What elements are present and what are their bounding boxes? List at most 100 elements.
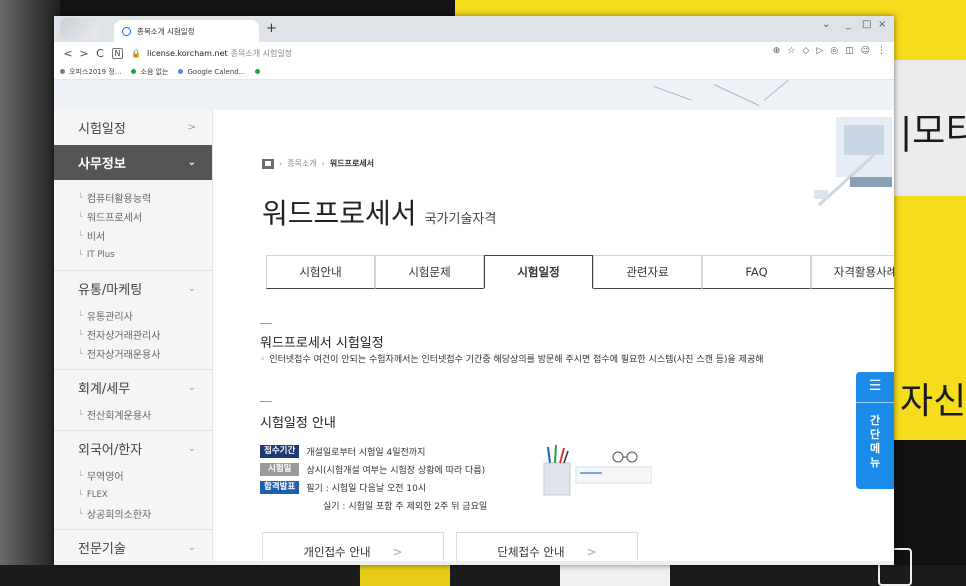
browser-toolbar: < > C N 🔒 license.korcham.net 종목소개 시험일정 … — [54, 42, 894, 64]
bookmark-label: Google Calend... — [187, 67, 246, 76]
chevron-right-icon: > — [392, 545, 403, 559]
sidebar-sub-label: 전자상거래관리사 — [86, 331, 161, 342]
desktop-background-left — [0, 0, 60, 586]
page-title: 워드프로세서 — [262, 197, 417, 230]
quick-menu-char: 뉴 — [869, 456, 881, 469]
extension-icon[interactable]: ◇ — [802, 46, 809, 56]
tab-exam-questions[interactable]: 시험문제 — [375, 255, 484, 289]
sidebar-item-marketing[interactable]: 유통/마케팅 ⌄ — [54, 271, 212, 306]
desktop-background-bottom-yellow — [360, 565, 450, 586]
reload-button[interactable]: C — [92, 47, 108, 60]
zoom-icon[interactable]: ⊕ — [773, 46, 781, 56]
sidebar-item-accounting[interactable]: 회계/세무 ⌄ — [54, 370, 212, 405]
sidebar-sub-itplus[interactable]: └ IT Plus — [54, 245, 212, 264]
capture-icon[interactable]: ◎ — [830, 46, 838, 56]
forward-button[interactable]: > — [76, 47, 92, 60]
bookmark-item[interactable]: Google Calend... — [178, 68, 245, 76]
quick-menu-divider — [856, 402, 894, 403]
sidebar-sub-secretary[interactable]: └ 비서 — [54, 226, 212, 245]
notice-text: ◦ 인터넷접수 여건이 안되는 수험자께서는 인터넷접수 기간중 해당상의를 방문… — [260, 352, 764, 365]
badge-result: 합격발표 — [260, 481, 300, 494]
sidebar-item-label: 회계/세무 — [78, 382, 131, 397]
quick-menu[interactable]: ☰ 간 단 메 뉴 — [856, 372, 894, 489]
close-button[interactable]: × — [878, 19, 886, 30]
section-title-schedule: 워드프로세서 시험일정 — [260, 336, 384, 351]
sidebar-item-label: 외국어/한자 — [78, 443, 143, 458]
sidebar-item-label: 전문기술 — [78, 542, 126, 557]
star-icon[interactable]: ☆ — [787, 46, 795, 56]
sidebar-item-label: 시험일정 — [78, 122, 126, 137]
sidebar-sub-ecommerce-manager[interactable]: └ 전자상거래관리사 — [54, 325, 212, 344]
sidebar-item-schedule[interactable]: 시험일정 > — [54, 110, 212, 145]
section-mark — [260, 323, 272, 324]
horizontal-scrollbar[interactable] — [54, 561, 894, 565]
sidebar-sub-trade-english[interactable]: └ 무역영어 — [54, 466, 212, 485]
lock-icon: 🔒 — [131, 48, 141, 58]
sidebar-sub-label: 워드프로세서 — [86, 213, 143, 224]
sidebar-sub-wordprocessor[interactable]: └ 워드프로세서 — [54, 207, 212, 226]
browser-window: 종목소개 시험일정 + ⌄ _ □ × < > C N 🔒 license.ko… — [54, 16, 894, 565]
badge-registration: 접수기간 — [260, 445, 300, 458]
sidebar: 시험일정 > 사무정보 ⌄ └ 컴퓨터활용능력 └ 워드프로세서 └ 비서 └ IT P… — [54, 110, 213, 565]
menu-icon[interactable]: ⋮ — [877, 46, 886, 56]
media-icon[interactable]: ▷ — [816, 46, 823, 56]
tab-faq[interactable]: FAQ — [702, 255, 811, 289]
info-row-registration: 접수기간 개설일로부터 시험일 4일전까지 — [260, 445, 425, 458]
bullet-icon: ◦ — [260, 355, 266, 365]
section-mark — [260, 401, 272, 402]
minimize-button[interactable]: _ — [846, 19, 851, 30]
badge-exam-date: 시험일 — [260, 463, 300, 476]
desktop-text-top: |모티 — [900, 111, 966, 152]
url-host: license.korcham.net — [146, 48, 228, 58]
tab-usage-cases[interactable]: 자격활용사례 — [811, 255, 894, 289]
address-bar[interactable]: 🔒 license.korcham.net 종목소개 시험일정 — [131, 48, 292, 59]
sidebar-sub-ecommerce-operator[interactable]: └ 전자상거래운용사 — [54, 344, 212, 363]
sidebar-sub-label: IT Plus — [86, 249, 115, 260]
new-tab-button[interactable]: + — [266, 21, 277, 36]
bookmark-icon — [255, 69, 261, 74]
sidepanel-icon[interactable]: ◫ — [845, 46, 854, 56]
back-button[interactable]: < — [60, 47, 76, 60]
tab-exam-guide[interactable]: 시험안내 — [266, 255, 375, 289]
sidebar-item-language[interactable]: 외국어/한자 ⌄ — [54, 431, 212, 466]
chevron-right-icon: > — [187, 122, 196, 133]
sidebar-sub-computer[interactable]: └ 컴퓨터활용능력 — [54, 188, 212, 207]
breadcrumb-current: 워드프로세서 — [329, 159, 375, 168]
notice-label: 인터넷접수 여건이 안되는 수험자께서는 인터넷접수 기간중 해당상의를 방문해… — [269, 355, 764, 365]
button-label: 개인접수 안내 — [303, 545, 371, 559]
info-text: 상시(시험개설 여부는 시험장 상황에 따라 다름) — [306, 466, 486, 476]
sidebar-sub-distribution[interactable]: └ 유통관리사 — [54, 306, 212, 325]
maximize-button[interactable]: □ — [862, 19, 871, 30]
banner-line — [713, 84, 760, 107]
home-icon[interactable] — [262, 158, 274, 169]
chevron-down-icon: ⌄ — [187, 283, 196, 294]
sidebar-sub-computerized-accounting[interactable]: └ 전산회계운용사 — [54, 405, 212, 424]
sidebar-sub-flex[interactable]: └ FLEX — [54, 485, 212, 504]
info-text-practical: 실기 : 시험일 포함 주 제외한 2주 뒤 금요일 — [323, 502, 488, 512]
profile-icon[interactable]: ☺ — [861, 46, 870, 56]
tab-resources[interactable]: 관련자료 — [593, 255, 702, 289]
info-text: 필기 : 시험일 다음날 오전 10시 — [306, 484, 427, 494]
sidebar-sub-hanja[interactable]: └ 상공회의소한자 — [54, 504, 212, 523]
breadcrumb-parent[interactable]: 종목소개 — [287, 158, 316, 169]
sidebar-sub-label: 상공회의소한자 — [86, 510, 152, 521]
quick-menu-char: 메 — [869, 442, 881, 455]
tab-bar: 종목소개 시험일정 + ⌄ _ □ × — [54, 16, 894, 42]
home-button[interactable]: N — [112, 47, 123, 59]
quick-menu-char: 간 — [869, 414, 881, 427]
globe-icon — [122, 26, 131, 36]
breadcrumb-separator: › — [321, 159, 325, 168]
browser-tab[interactable]: 종목소개 시험일정 — [114, 20, 259, 42]
section-title-guide: 시험일정 안내 — [260, 416, 336, 431]
bookmark-item[interactable] — [255, 69, 261, 74]
browser-tab-title: 종목소개 시험일정 — [137, 26, 195, 36]
tab-search-button[interactable]: ⌄ — [822, 19, 830, 30]
sidebar-item-tech[interactable]: 전문기술 ⌄ — [54, 530, 212, 565]
bookmark-item[interactable]: 오피스2019 정... — [60, 67, 121, 77]
web-page: 시험일정 > 사무정보 ⌄ └ 컴퓨터활용능력 └ 워드프로세서 └ 비서 └ IT P… — [54, 80, 894, 565]
chevron-down-icon: ⌄ — [187, 382, 196, 393]
sidebar-item-office[interactable]: 사무정보 ⌄ — [54, 145, 212, 180]
bookmark-item[interactable]: 소음 없는 — [131, 67, 168, 77]
tab-exam-schedule[interactable]: 시험일정 — [484, 255, 593, 289]
main-content: › 종목소개 › 워드프로세서 워드프로세서 국가기술자격 시험안내 시험문제 … — [214, 110, 894, 565]
